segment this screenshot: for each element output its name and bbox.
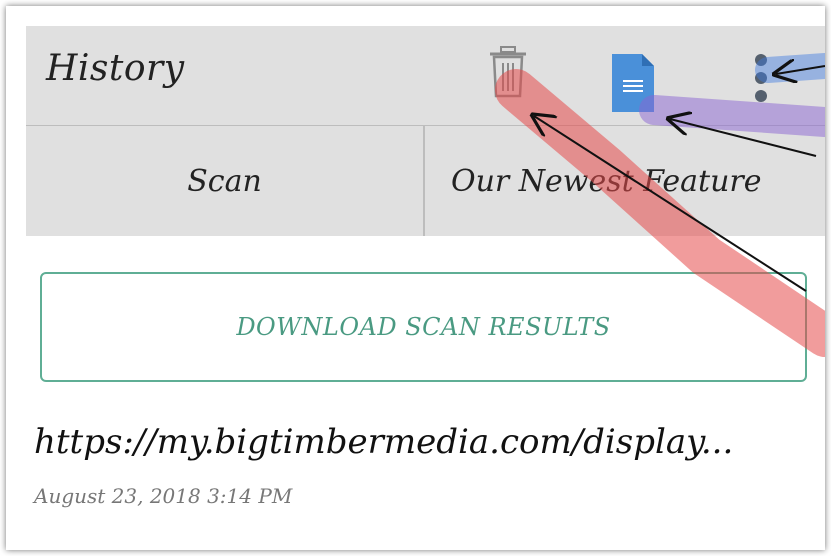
- app-screenshot-frame: History Scan Our Newest Feature DOWNLOAD…: [6, 6, 825, 550]
- history-item-url[interactable]: https://my.bigtimbermedia.com/display...: [34, 422, 824, 462]
- document-icon[interactable]: [612, 54, 654, 112]
- history-item-timestamp: August 23, 2018 3:14 PM: [34, 484, 293, 508]
- tab-scan[interactable]: Scan: [26, 126, 425, 236]
- app-bar: History: [26, 26, 825, 125]
- more-vert-icon[interactable]: [751, 52, 771, 104]
- trash-icon[interactable]: [488, 46, 528, 98]
- page-title: History: [46, 48, 185, 89]
- tab-bar: Scan Our Newest Feature: [26, 125, 825, 236]
- tab-our-newest-feature[interactable]: Our Newest Feature: [425, 126, 825, 236]
- download-scan-results-button[interactable]: DOWNLOAD SCAN RESULTS: [40, 272, 807, 382]
